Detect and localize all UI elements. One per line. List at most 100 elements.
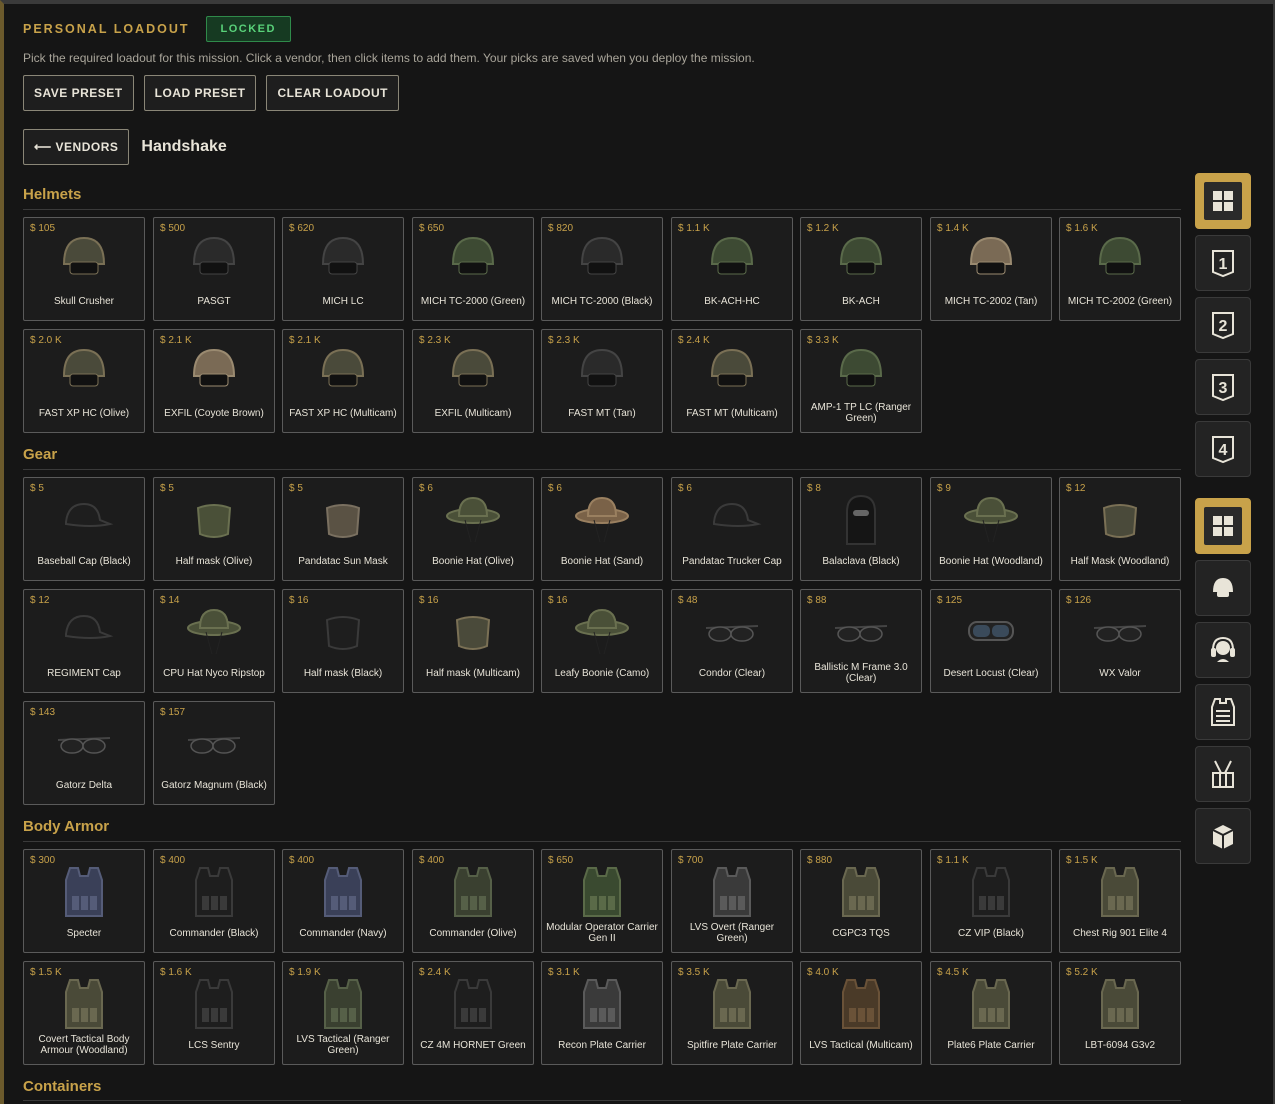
item-name: MICH TC-2002 (Green) [1067,295,1173,307]
item-card[interactable]: $ 2.3 K EXFIL (Multicam) [412,329,534,433]
item-name: FAST MT (Multicam) [686,407,778,419]
item-card[interactable]: $ 2.1 K FAST XP HC (Multicam) [282,329,404,433]
item-card[interactable]: $ 650 Modular Operator Carrier Gen II [541,849,663,953]
item-card[interactable]: $ 820 MICH TC-2000 (Black) [541,217,663,321]
item-card[interactable]: $ 4.0 K LVS Tactical (Multicam) [800,961,922,1065]
item-card[interactable]: $ 4.5 K Plate6 Plate Carrier [930,961,1052,1065]
item-card[interactable]: $ 16 Half mask (Black) [282,589,404,693]
item-card[interactable]: $ 880 CGPC3 TQS [800,849,922,953]
item-card[interactable]: $ 105 Skull Crusher [23,217,145,321]
balaclava-image [801,490,921,546]
vest-image [283,974,403,1030]
item-card[interactable]: $ 1.6 K LCS Sentry [153,961,275,1065]
item-card[interactable]: $ 6 Boonie Hat (Sand) [541,477,663,581]
helmet-image [283,342,403,398]
sidebar-slot-2-button[interactable]: 2 [1195,297,1251,353]
glasses-image [672,602,792,658]
sidebar-grid-button[interactable] [1195,173,1251,229]
item-card[interactable]: $ 700 LVS Overt (Ranger Green) [671,849,793,953]
item-card[interactable]: $ 6 Boonie Hat (Olive) [412,477,534,581]
item-card[interactable]: $ 88 Ballistic M Frame 3.0 (Clear) [800,589,922,693]
item-card[interactable]: $ 3.1 K Recon Plate Carrier [541,961,663,1065]
item-card[interactable]: $ 5 Half mask (Olive) [153,477,275,581]
item-card[interactable]: $ 9 Boonie Hat (Woodland) [930,477,1052,581]
item-name: FAST XP HC (Olive) [38,407,130,419]
clear-loadout-button[interactable]: CLEAR LOADOUT [266,75,399,111]
item-name: Covert Tactical Body Armour (Woodland) [38,1034,130,1056]
item-name: MICH TC-2002 (Tan) [944,295,1038,307]
item-card[interactable]: $ 620 MICH LC [282,217,404,321]
load-preset-button[interactable]: LOAD PRESET [143,75,257,111]
item-card[interactable]: $ 1.6 K MICH TC-2002 (Green) [1059,217,1181,321]
back-to-vendors-button[interactable]: ⟵ VENDORS [23,129,130,165]
item-card[interactable]: $ 5.2 K LBT-6094 G3v2 [1059,961,1181,1065]
item-card[interactable]: $ 1.1 K CZ VIP (Black) [930,849,1052,953]
item-card[interactable]: $ 16 Leafy Boonie (Camo) [541,589,663,693]
vest-image [413,974,533,1030]
item-name: Boonie Hat (Woodland) [939,555,1043,567]
item-card[interactable]: $ 1.4 K MICH TC-2002 (Tan) [930,217,1052,321]
item-name: MICH TC-2000 (Green) [420,295,526,307]
sidebar-body-armor-button[interactable] [1195,684,1251,740]
save-preset-button[interactable]: SAVE PRESET [23,75,134,111]
item-card[interactable]: $ 3.5 K Spitfire Plate Carrier [671,961,793,1065]
vest-image [283,862,403,918]
item-card[interactable]: $ 125 Desert Locust (Clear) [930,589,1052,693]
glasses-image [154,714,274,770]
sidebar-chest-rig-button[interactable] [1195,746,1251,802]
boonie-image [413,490,533,546]
helmet-image [931,230,1051,286]
vest-image [672,862,792,918]
sidebar-slot-4-button[interactable]: 4 [1195,421,1251,477]
item-card[interactable]: $ 12 REGIMENT Cap [23,589,145,693]
item-card[interactable]: $ 5 Pandatac Sun Mask [282,477,404,581]
item-card[interactable]: $ 48 Condor (Clear) [671,589,793,693]
section-divider [23,469,1181,470]
vest-image [24,862,144,918]
item-card[interactable]: $ 650 MICH TC-2000 (Green) [412,217,534,321]
sidebar-headset-button[interactable] [1195,622,1251,678]
sidebar-helmet-button[interactable] [1195,560,1251,616]
helmet-image [672,342,792,398]
section-divider [23,209,1181,210]
item-name: PASGT [197,295,231,307]
item-card[interactable]: $ 1.2 K BK-ACH [800,217,922,321]
item-card[interactable]: $ 2.4 K CZ 4M HORNET Green [412,961,534,1065]
sidebar-grid-button[interactable] [1195,498,1251,554]
item-name: LBT-6094 G3v2 [1084,1039,1156,1051]
item-card[interactable]: $ 6 Pandatac Trucker Cap [671,477,793,581]
item-card[interactable]: $ 400 Commander (Navy) [282,849,404,953]
vendor-name: Handshake [141,138,227,155]
item-card[interactable]: $ 12 Half Mask (Woodland) [1059,477,1181,581]
svg-text:4: 4 [1219,442,1228,459]
item-card[interactable]: $ 1.5 K Chest Rig 901 Elite 4 [1059,849,1181,953]
item-card[interactable]: $ 500 PASGT [153,217,275,321]
item-card[interactable]: $ 300 Specter [23,849,145,953]
item-card[interactable]: $ 2.3 K FAST MT (Tan) [541,329,663,433]
item-card[interactable]: $ 157 Gatorz Magnum (Black) [153,701,275,805]
item-card[interactable]: $ 143 Gatorz Delta [23,701,145,805]
item-card[interactable]: $ 1.1 K BK-ACH-HC [671,217,793,321]
item-name: Gatorz Delta [55,779,113,791]
helmet-image [283,230,403,286]
section-title-containers: Containers [23,1078,102,1095]
item-card[interactable]: $ 2.0 K FAST XP HC (Olive) [23,329,145,433]
sidebar-slot-1-button[interactable]: 1 [1195,235,1251,291]
item-card[interactable]: $ 400 Commander (Black) [153,849,275,953]
item-card[interactable]: $ 1.5 K Covert Tactical Body Armour (Woo… [23,961,145,1065]
sidebar-slot-3-button[interactable]: 3 [1195,359,1251,415]
item-card[interactable]: $ 14 CPU Hat Nyco Ripstop [153,589,275,693]
item-name: Pandatac Trucker Cap [682,555,782,567]
item-card[interactable]: $ 1.9 K LVS Tactical (Ranger Green) [282,961,404,1065]
item-card[interactable]: $ 5 Baseball Cap (Black) [23,477,145,581]
item-card[interactable]: $ 126 WX Valor [1059,589,1181,693]
item-card[interactable]: $ 8 Balaclava (Black) [800,477,922,581]
helmet-image [672,230,792,286]
item-card[interactable]: $ 3.3 K AMP-1 TP LC (Ranger Green) [800,329,922,433]
item-card[interactable]: $ 2.4 K FAST MT (Multicam) [671,329,793,433]
item-card[interactable]: $ 16 Half mask (Multicam) [412,589,534,693]
item-card[interactable]: $ 400 Commander (Olive) [412,849,534,953]
headset-icon [1209,636,1237,664]
sidebar-container-box-button[interactable] [1195,808,1251,864]
item-card[interactable]: $ 2.1 K EXFIL (Coyote Brown) [153,329,275,433]
